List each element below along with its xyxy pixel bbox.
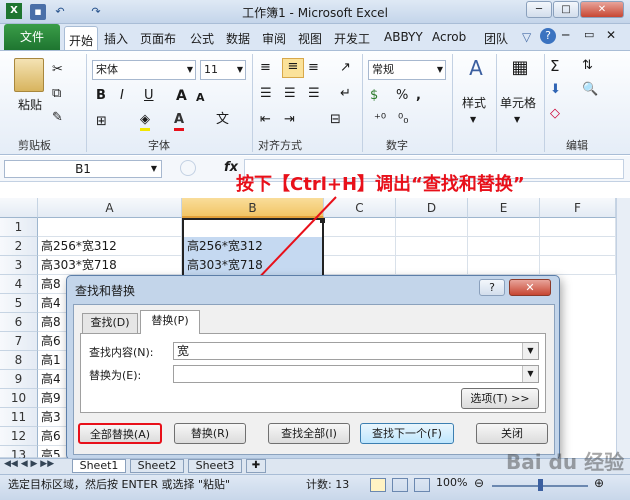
watermark: Bai du 经验	[506, 450, 625, 474]
zoom-out-icon[interactable]: ⊖	[474, 476, 484, 490]
options-button[interactable]: 选项(T) >>	[461, 388, 539, 409]
chevron-down-icon[interactable]: ▼	[522, 343, 538, 359]
sheet-tab-2[interactable]: Sheet2	[130, 459, 184, 473]
page-layout-view-icon[interactable]	[392, 478, 408, 492]
find-input-value: 宽	[177, 344, 190, 358]
status-count: 计数: 13	[306, 478, 350, 491]
zoom-level[interactable]: 100%	[436, 476, 467, 489]
replace-input[interactable]: ▼	[173, 365, 539, 383]
dialog-body: 查找(D) 替换(P) 查找内容(N): 宽 ▼ 替换为(E): ▼ 选项(T) …	[73, 304, 555, 455]
find-input[interactable]: 宽 ▼	[173, 342, 539, 360]
dialog-title: 查找和替换	[75, 284, 136, 298]
tab-replace[interactable]: 替换(P)	[140, 310, 200, 334]
sheet-tab-3[interactable]: Sheet3	[188, 459, 242, 473]
dialog-close-button[interactable]: ✕	[509, 279, 551, 296]
zoom-in-icon[interactable]: ⊕	[594, 476, 604, 490]
sheet-nav-icon[interactable]: ◀◀ ◀ ▶ ▶▶	[4, 459, 54, 469]
insert-sheet-icon[interactable]: ✚	[246, 459, 266, 473]
replace-label: 替换为(E):	[89, 369, 142, 382]
normal-view-icon[interactable]	[370, 478, 386, 492]
page-break-view-icon[interactable]	[414, 478, 430, 492]
status-message: 选定目标区域，然后按 ENTER 或选择 "粘贴"	[8, 478, 231, 491]
find-all-button[interactable]: 查找全部(I)	[268, 423, 350, 444]
zoom-slider-thumb[interactable]	[538, 479, 543, 491]
replace-button[interactable]: 替换(R)	[174, 423, 246, 444]
find-label: 查找内容(N):	[89, 346, 154, 359]
tab-find[interactable]: 查找(D)	[82, 313, 138, 333]
replace-all-button[interactable]: 全部替换(A)	[78, 423, 162, 444]
replace-panel: 查找内容(N): 宽 ▼ 替换为(E): ▼ 选项(T) >>	[80, 333, 546, 413]
dialog-close-action-button[interactable]: 关闭	[476, 423, 548, 444]
find-next-button[interactable]: 查找下一个(F)	[360, 423, 454, 444]
find-replace-dialog: 查找和替换 ? ✕ 查找(D) 替换(P) 查找内容(N): 宽 ▼ 替换为(E)…	[66, 275, 560, 460]
chevron-down-icon[interactable]: ▼	[522, 366, 538, 382]
dialog-help-button[interactable]: ?	[479, 279, 505, 296]
sheet-tab-1[interactable]: Sheet1	[72, 459, 126, 473]
